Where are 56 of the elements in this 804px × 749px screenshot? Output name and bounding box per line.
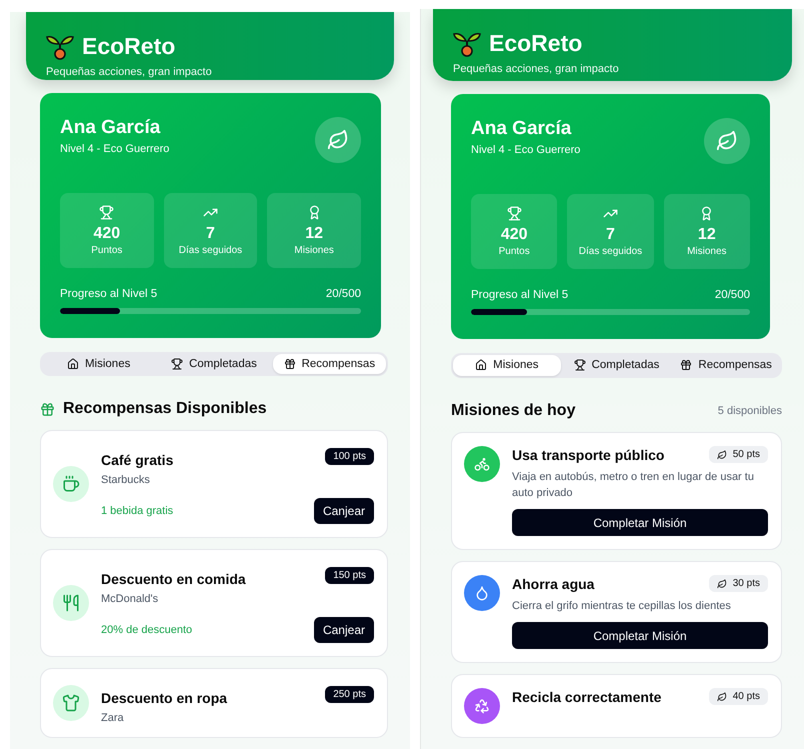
tab[interactable]: Completadas <box>562 354 670 376</box>
points-badge: 150 pts <box>325 566 374 584</box>
store-name: Zara <box>101 712 125 724</box>
mission-description: Cierra el grifo mientras te cepillas los dientes <box>512 599 732 614</box>
stat-value: 7 <box>606 226 615 244</box>
reward-title: Descuento en ropa <box>101 690 228 706</box>
points-badge: 40 pts <box>708 688 768 705</box>
user-level: Nivel 4 - Eco Guerrero <box>471 144 580 156</box>
points-badge: 50 pts <box>708 446 768 463</box>
stat-label: Misiones <box>294 245 334 256</box>
tab[interactable]: Misiones <box>453 354 561 376</box>
section-title: Misiones de hoy <box>451 402 576 420</box>
user-name: Ana García <box>471 118 572 140</box>
progress-reading: 20/500 <box>714 288 750 301</box>
mission-description: Viaja en autobús, metro o tren en lugar de usar tu auto privado <box>512 470 755 501</box>
complete-mission-button[interactable]: Completar Misión <box>512 622 768 649</box>
tab[interactable]: Recompensas <box>672 354 780 376</box>
stat-label: Días seguidos <box>178 245 242 256</box>
stat-label: Puntos <box>498 246 530 257</box>
tab[interactable]: Misiones <box>42 354 156 374</box>
store-name: Starbucks <box>101 474 151 486</box>
complete-mission-button[interactable]: Completar Misión <box>512 509 768 536</box>
app-title: EcoReto <box>82 32 176 60</box>
progress-label: Progreso al Nivel 5 <box>60 288 158 300</box>
tab[interactable]: Completadas <box>157 354 271 374</box>
available-count: 5 disponibles <box>718 405 782 417</box>
stat-value: 420 <box>93 225 120 244</box>
stat-label: Días seguidos <box>578 246 642 257</box>
stat-value: 7 <box>206 225 215 244</box>
stat-label: Puntos <box>91 245 122 256</box>
reward-title: Café gratis <box>101 452 174 468</box>
mission-title: Ahorra agua <box>512 576 594 592</box>
stat-value: 12 <box>305 225 324 244</box>
stat-value: 420 <box>500 226 528 244</box>
progress-reading: 20/500 <box>326 288 361 300</box>
stat-value: 12 <box>698 226 716 244</box>
app-title: EcoReto <box>489 30 582 56</box>
section-title: Recompensas Disponibles <box>63 400 267 418</box>
mission-title: Recicla correctamente <box>512 688 662 704</box>
store-name: McDonald's <box>101 593 160 605</box>
reward-benefit: 1 bebida gratis <box>101 505 174 517</box>
tab[interactable]: Recompensas <box>272 354 386 374</box>
app-tagline: Pequeñas acciones, gran impacto <box>46 66 213 78</box>
redeem-button[interactable]: Canjear <box>314 498 374 524</box>
points-badge: 250 pts <box>325 686 374 702</box>
progress-label: Progreso al Nivel 5 <box>471 288 568 301</box>
mission-title: Usa transporte público <box>512 446 664 462</box>
points-badge: 30 pts <box>708 575 768 592</box>
redeem-button[interactable]: Canjear <box>314 617 374 643</box>
stat-label: Misiones <box>687 246 727 257</box>
user-name: Ana García <box>60 117 162 140</box>
reward-benefit: 20% de descuento <box>101 624 192 636</box>
app-tagline: Pequeñas acciones, gran impacto <box>453 63 620 75</box>
user-level: Nivel 4 - Eco Guerrero <box>60 143 170 156</box>
points-badge: 100 pts <box>325 448 374 464</box>
reward-title: Descuento en comida <box>101 571 246 587</box>
